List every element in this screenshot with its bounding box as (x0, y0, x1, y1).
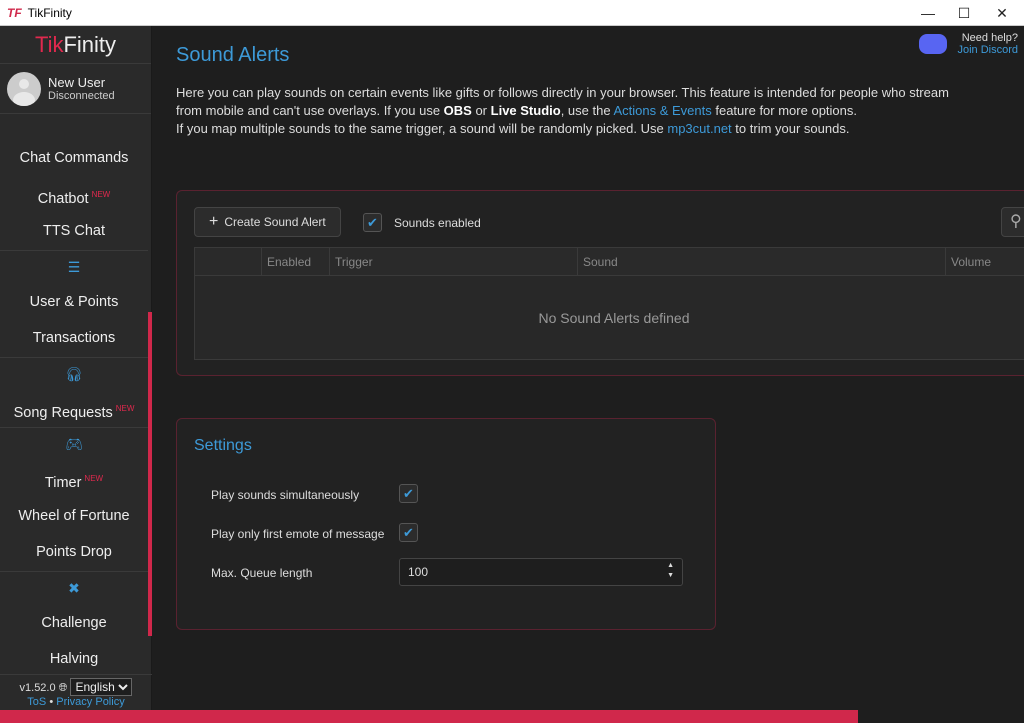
sidebar-item-chat-commands[interactable]: Chat Commands (0, 140, 148, 177)
search-icon[interactable]: ⚲ (1001, 207, 1024, 237)
sound-alerts-panel: + Create Sound Alert ✔ Sounds enabled ⚲ En… (176, 190, 1024, 376)
actions-events-link[interactable]: Actions & Events (613, 103, 711, 118)
join-discord-link[interactable]: Join Discord (957, 44, 1018, 56)
tos-link[interactable]: ToS (27, 696, 46, 708)
first-emote-label: Play only first emote of message (211, 527, 385, 541)
spinner-icon[interactable]: ▲ ▼ (667, 561, 674, 581)
progress-bar (0, 710, 1024, 723)
gamepad-icon: 🎮︎ (0, 427, 148, 461)
sounds-enabled-label: Sounds enabled (394, 215, 481, 230)
progress-fill (0, 710, 859, 723)
intro-text: Here you can play sounds on certain even… (176, 85, 949, 136)
title-bar: TF TikFinity — ☐ ✕ (0, 0, 1024, 26)
column-sound[interactable]: Sound (577, 247, 946, 276)
version: v1.52.0 (19, 682, 56, 694)
sidebar-footer: v1.52.0 🌐︎ English ToS • Privacy Policy (0, 674, 152, 708)
app-logo-icon: TF (7, 5, 22, 20)
column-volume[interactable]: Volume (945, 247, 1024, 276)
create-sound-alert-button[interactable]: + Create Sound Alert (194, 207, 341, 237)
list-icon: ☰ (0, 249, 148, 284)
window-title: TikFinity (27, 5, 72, 20)
simultaneous-checkbox[interactable]: ✔ (399, 484, 418, 503)
help-text: Need help? (961, 32, 1018, 44)
language-select[interactable]: English (70, 678, 133, 696)
sidebar: TikFinity New User Disconnected Chat Comm… (0, 26, 152, 710)
sounds-enabled-checkbox[interactable]: ✔ (363, 213, 382, 232)
main-content: Sound Alerts Need help? Join Discord Here… (153, 26, 1024, 710)
empty-message: No Sound Alerts defined (194, 275, 1024, 360)
user-status: Disconnected (48, 90, 115, 102)
sidebar-item-points-drop[interactable]: Points Drop (0, 534, 148, 571)
queue-length-input[interactable]: 100 ▲ ▼ (399, 558, 683, 586)
user-name: New User (48, 75, 106, 90)
mp3cut-link[interactable]: mp3cut.net (667, 121, 731, 136)
sound-alerts-table: Enabled Trigger Sound Volume No Sound Alert… (194, 247, 1024, 360)
settings-panel: Settings Play sounds simultaneously ✔ Pl… (176, 418, 716, 630)
sidebar-item-halving[interactable]: Halving (0, 641, 148, 678)
sidebar-item-chatbot[interactable]: Chatbot NEW (0, 177, 148, 214)
sidebar-scrollbar[interactable] (148, 312, 152, 636)
sidebar-item-user-points[interactable]: User & Points (0, 284, 148, 321)
headphones-icon: 🎧︎ (0, 356, 148, 391)
sidebar-item-song-requests[interactable]: Song Requests NEW (0, 391, 148, 428)
tools-icon: ✖ (0, 570, 148, 605)
settings-title: Settings (194, 437, 252, 454)
globe-icon: 🌐︎ (58, 682, 68, 694)
avatar (7, 71, 41, 106)
plus-icon: + (209, 213, 219, 230)
simultaneous-label: Play sounds simultaneously (211, 488, 360, 502)
privacy-link[interactable]: Privacy Policy (56, 696, 124, 708)
column-enabled[interactable]: Enabled (261, 247, 330, 276)
brand-logo: TikFinity (0, 26, 151, 64)
sidebar-item-transactions[interactable]: Transactions (0, 320, 148, 357)
user-profile[interactable]: New User Disconnected (0, 64, 151, 114)
sidebar-item-wheel-of-fortune[interactable]: Wheel of Fortune (0, 498, 148, 535)
first-emote-checkbox[interactable]: ✔ (399, 523, 418, 542)
close-icon[interactable]: ✕ (984, 0, 1020, 26)
page-title: Sound Alerts (176, 44, 290, 66)
discord-help[interactable]: Need help? Join Discord (919, 32, 1018, 56)
column-trigger[interactable]: Trigger (329, 247, 578, 276)
sidebar-item-timer[interactable]: Timer NEW (0, 461, 148, 498)
discord-icon (919, 34, 948, 54)
minimize-icon[interactable]: — (910, 0, 946, 26)
queue-length-label: Max. Queue length (211, 566, 313, 580)
sidebar-item-tts-chat[interactable]: TTS Chat (0, 213, 148, 250)
maximize-icon[interactable]: ☐ (946, 0, 982, 26)
sidebar-item-challenge[interactable]: Challenge (0, 605, 148, 642)
